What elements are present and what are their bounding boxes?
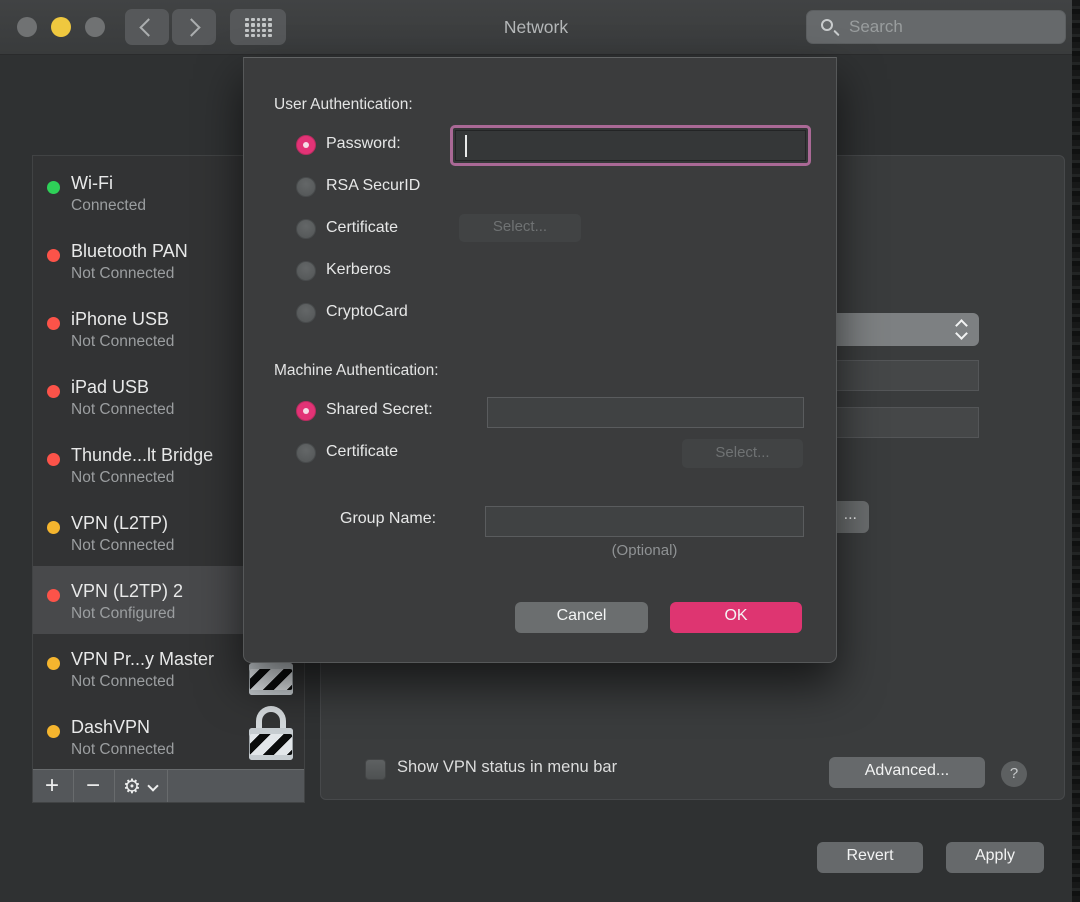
connection-name: DashVPN [71, 717, 150, 738]
ok-button[interactable]: OK [670, 602, 802, 633]
search-placeholder: Search [849, 17, 903, 37]
status-dot [47, 453, 60, 466]
connection-status: Not Connected [71, 401, 174, 419]
cryptocard-radio[interactable] [296, 303, 316, 323]
user-certificate-select-button[interactable]: Select... [459, 214, 581, 242]
connection-name: Thunde...lt Bridge [71, 445, 213, 466]
connection-status: Not Connected [71, 537, 174, 555]
shared-secret-input[interactable] [487, 397, 804, 428]
cancel-button[interactable]: Cancel [515, 602, 648, 633]
show-vpn-status-label: Show VPN status in menu bar [397, 758, 617, 777]
status-dot [47, 725, 60, 738]
status-dot [47, 589, 60, 602]
connection-name: Wi-Fi [71, 173, 113, 194]
connection-status: Connected [71, 197, 146, 215]
gear-icon: ⚙ [123, 774, 141, 799]
show-vpn-status-checkbox[interactable] [365, 759, 386, 780]
desktop-edge-strip [1072, 0, 1080, 902]
connection-name: iPhone USB [71, 309, 169, 330]
authentication-sheet-dialog: User Authentication: Password: RSA Secur… [243, 57, 837, 663]
chevron-down-icon [147, 780, 158, 791]
status-dot [47, 181, 60, 194]
action-menu-button[interactable]: ⚙ [115, 770, 167, 802]
rsa-securid-radio-label: RSA SecurID [326, 177, 420, 195]
status-dot [47, 521, 60, 534]
remove-connection-button[interactable]: − [74, 770, 114, 802]
password-radio[interactable] [296, 135, 316, 155]
connection-status: Not Connected [71, 673, 174, 691]
status-dot [47, 657, 60, 670]
revert-button[interactable]: Revert [817, 842, 923, 873]
sidebar-footer-toolbar: + − ⚙ [33, 769, 304, 802]
connection-status: Not Connected [71, 469, 174, 487]
search-icon [821, 19, 833, 31]
shared-secret-radio[interactable] [296, 401, 316, 421]
connection-status: Not Connected [71, 265, 174, 283]
text-cursor [465, 135, 467, 157]
user-authentication-label: User Authentication: [274, 96, 413, 114]
connection-name: VPN Pr...y Master [71, 649, 214, 670]
connection-status: Not Configured [71, 605, 175, 623]
network-preferences-window: Network Search Wi-Fi Connected Bluetooth… [0, 0, 1072, 902]
status-dot [47, 385, 60, 398]
sidebar-item-dashvpn[interactable]: DashVPN Not Connected [33, 702, 304, 770]
cryptocard-radio-label: CryptoCard [326, 303, 408, 321]
machine-certificate-select-button[interactable]: Select... [682, 439, 803, 468]
connection-name: VPN (L2TP) 2 [71, 581, 183, 602]
machine-certificate-radio[interactable] [296, 443, 316, 463]
status-dot [47, 249, 60, 262]
add-connection-button[interactable]: + [33, 770, 73, 802]
optional-hint-label: (Optional) [485, 542, 804, 559]
plus-icon: + [45, 772, 59, 800]
password-input[interactable] [450, 125, 811, 166]
kerberos-radio-label: Kerberos [326, 261, 391, 279]
title-bar: Network Search [0, 0, 1072, 55]
user-certificate-radio-label: Certificate [326, 219, 398, 237]
group-name-label: Group Name: [340, 510, 436, 528]
stepper-down-icon [957, 329, 969, 341]
shared-secret-radio-label: Shared Secret: [326, 401, 433, 419]
connection-status: Not Connected [71, 333, 174, 351]
vpn-lock-icon [249, 728, 293, 760]
apply-button[interactable]: Apply [946, 842, 1044, 873]
minus-icon: − [86, 772, 100, 800]
user-certificate-radio[interactable] [296, 219, 316, 239]
status-dot [47, 317, 60, 330]
connection-name: iPad USB [71, 377, 149, 398]
machine-certificate-radio-label: Certificate [326, 443, 398, 461]
connection-name: Bluetooth PAN [71, 241, 188, 262]
connection-status: Not Connected [71, 741, 174, 759]
machine-authentication-label: Machine Authentication: [274, 362, 439, 380]
kerberos-radio[interactable] [296, 261, 316, 281]
advanced-button[interactable]: Advanced... [829, 757, 985, 788]
rsa-securid-radio[interactable] [296, 177, 316, 197]
connection-name: VPN (L2TP) [71, 513, 168, 534]
group-name-input[interactable] [485, 506, 804, 537]
vpn-stripes-icon [249, 663, 293, 695]
password-radio-label: Password: [326, 135, 401, 153]
search-input[interactable]: Search [806, 10, 1066, 44]
help-button[interactable]: ? [1001, 761, 1027, 787]
